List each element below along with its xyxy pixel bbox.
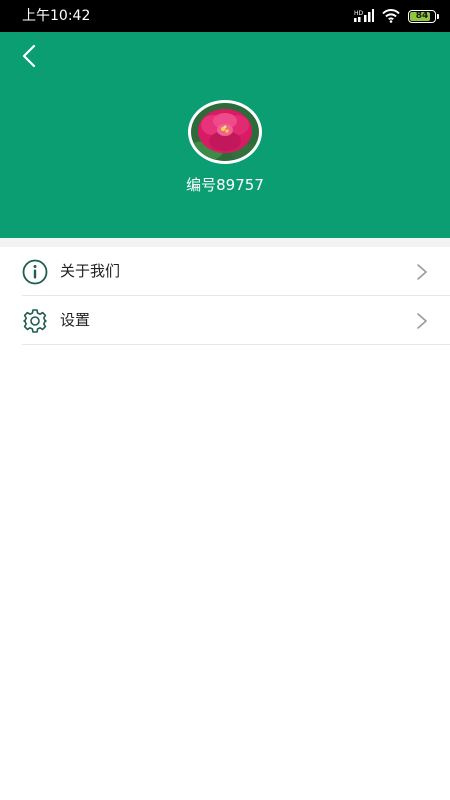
profile-header: 编号89757 xyxy=(0,32,450,238)
gear-icon xyxy=(23,309,47,333)
avatar[interactable] xyxy=(188,100,262,164)
wifi-icon xyxy=(382,9,400,23)
menu-item-label: 设置 xyxy=(60,311,91,329)
back-button[interactable] xyxy=(14,40,46,72)
svg-text:HD: HD xyxy=(354,10,364,17)
chevron-right-icon xyxy=(417,313,427,329)
menu-list: 关于我们 设置 xyxy=(0,247,450,345)
menu-item-about-us[interactable]: 关于我们 xyxy=(22,247,450,296)
menu-item-label: 关于我们 xyxy=(60,262,121,280)
menu-item-settings[interactable]: 设置 xyxy=(22,296,450,345)
status-time: 上午10:42 xyxy=(22,8,91,24)
user-id: 编号89757 xyxy=(186,176,264,194)
chevron-left-icon xyxy=(22,44,36,68)
battery-icon: 84 xyxy=(408,9,439,23)
status-icons: HD 84 xyxy=(354,7,439,25)
signal-icon: HD xyxy=(354,9,374,22)
info-icon xyxy=(22,259,48,285)
battery-level: 84 xyxy=(415,10,429,21)
flower-avatar-icon xyxy=(191,103,259,161)
section-divider xyxy=(0,238,450,247)
chevron-right-icon xyxy=(417,264,427,280)
status-bar: 上午10:42 HD 84 xyxy=(0,0,450,32)
